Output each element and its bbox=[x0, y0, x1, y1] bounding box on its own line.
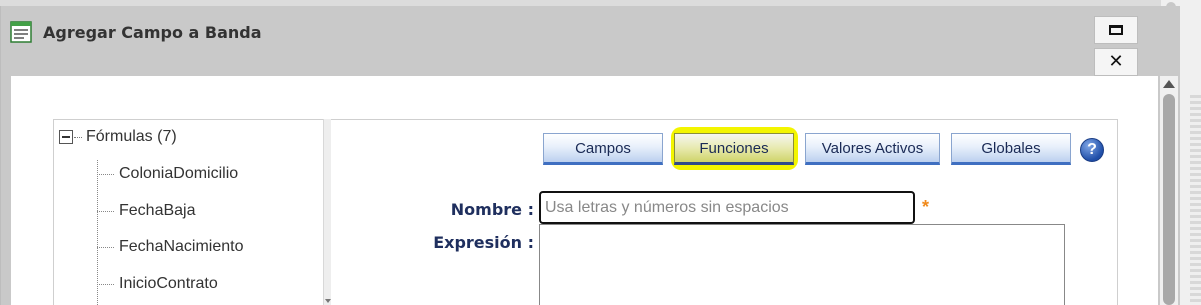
dialog-title: Agregar Campo a Banda bbox=[43, 23, 262, 42]
tab-campos[interactable]: Campos bbox=[543, 133, 663, 165]
help-icon[interactable]: ? bbox=[1080, 138, 1104, 162]
dialog-scrollbar[interactable] bbox=[1160, 76, 1178, 305]
tree-connector bbox=[74, 136, 82, 138]
tree-item-label: InicioContrato bbox=[119, 275, 218, 292]
tab-globales[interactable]: Globales bbox=[951, 133, 1071, 165]
tree-connector bbox=[97, 283, 114, 285]
close-button[interactable]: ✕ bbox=[1094, 48, 1138, 76]
collapse-icon[interactable] bbox=[59, 130, 73, 144]
dialog-titlebar[interactable]: Agregar Campo a Banda ✕ bbox=[1, 6, 1181, 76]
tree-root-label: Fórmulas (7) bbox=[86, 128, 177, 145]
tree-item-label: FechaNacimiento bbox=[119, 238, 244, 255]
required-marker: * bbox=[922, 197, 930, 217]
scrollbar-thumb[interactable] bbox=[1163, 94, 1175, 305]
tree-connector bbox=[97, 210, 114, 212]
nombre-input[interactable] bbox=[539, 191, 915, 224]
tab-valores-activos[interactable]: Valores Activos bbox=[805, 133, 940, 165]
form-icon bbox=[10, 21, 32, 43]
nombre-label: Nombre : bbox=[450, 200, 534, 219]
scroll-up-arrow-icon[interactable] bbox=[1163, 80, 1175, 88]
tree-connector bbox=[97, 173, 114, 175]
tree-item-label: FechaBaja bbox=[119, 202, 196, 219]
tree-item[interactable]: FechaNacimiento bbox=[97, 236, 244, 258]
tree-item-label: ColoniaDomicilio bbox=[119, 165, 239, 182]
tree-item[interactable]: InicioContrato bbox=[97, 273, 218, 295]
background-hatch bbox=[1190, 95, 1201, 305]
close-icon: ✕ bbox=[1108, 51, 1124, 72]
maximize-icon bbox=[1109, 25, 1123, 35]
expresion-textarea[interactable] bbox=[539, 224, 1065, 305]
tree-item[interactable]: ColoniaDomicilio bbox=[97, 163, 238, 185]
tab-funciones[interactable]: Funciones bbox=[674, 133, 794, 165]
tree-connector bbox=[97, 246, 114, 248]
expresion-label: Expresión : bbox=[433, 233, 534, 252]
tree-node-formulas[interactable]: Fórmulas (7) bbox=[59, 127, 177, 147]
tree-item[interactable]: FechaBaja bbox=[97, 200, 196, 222]
maximize-button[interactable] bbox=[1094, 16, 1138, 44]
